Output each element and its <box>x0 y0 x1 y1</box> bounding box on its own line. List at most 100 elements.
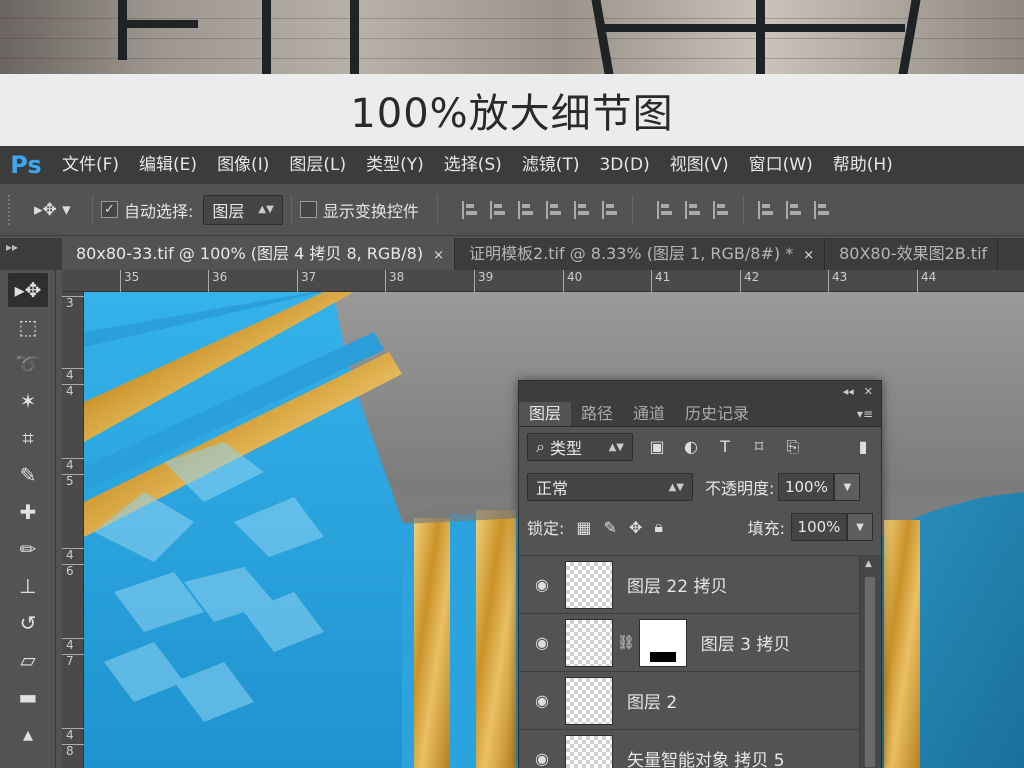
opacity-input[interactable]: 100% <box>778 473 835 501</box>
align-vcenter-icon[interactable] <box>489 200 506 219</box>
ruler-label: 38 <box>385 270 404 292</box>
eye-icon[interactable]: ◉ <box>519 691 565 710</box>
healing-brush-tool-icon[interactable]: ✚ <box>8 495 48 529</box>
show-transform-label: 显示变换控件 <box>322 201 419 221</box>
tab-document-1[interactable]: 80x80-33.tif @ 100% (图层 4 拷贝 8, RGB/8) × <box>62 238 456 270</box>
show-transform-checkbox[interactable] <box>299 201 317 218</box>
move-tool-icon[interactable]: ▸✥ <box>8 273 48 307</box>
options-grip[interactable] <box>8 194 14 225</box>
align-right-icon[interactable] <box>601 200 618 219</box>
layer-name: 图层 2 <box>627 693 678 713</box>
ruler-label: 4 <box>62 638 84 652</box>
blur-tool-icon[interactable]: ▴ <box>8 717 48 751</box>
close-icon[interactable]: ✕ <box>864 385 873 398</box>
auto-select-dropdown[interactable]: 图层 ▲▼ <box>203 194 283 225</box>
ruler-label: 7 <box>62 654 84 668</box>
lock-position-icon[interactable]: ✥ <box>629 518 642 537</box>
close-icon[interactable]: × <box>803 248 814 263</box>
layer-row[interactable]: ◉ 图层 2 <box>519 671 859 729</box>
eye-icon[interactable]: ◉ <box>519 575 565 594</box>
eyedropper-tool-icon[interactable]: ✎ <box>8 458 48 492</box>
panel-menu-icon[interactable]: ▾≡ <box>849 402 881 426</box>
menu-view[interactable]: 视图(V) <box>660 146 739 184</box>
align-left-icon[interactable] <box>545 200 562 219</box>
crop-tool-icon[interactable]: ⌗ <box>8 421 48 455</box>
history-brush-tool-icon[interactable]: ↺ <box>8 606 48 640</box>
blend-mode-dropdown[interactable]: 正常 ▲▼ <box>527 473 693 501</box>
updown-arrow-icon: ▲▼ <box>258 204 274 215</box>
tab-paths[interactable]: 路径 <box>571 402 623 426</box>
distribute-bottom-icon[interactable] <box>712 200 729 219</box>
gradient-tool-icon[interactable]: ▬ <box>8 680 48 714</box>
layers-scrollbar[interactable]: ▲ <box>859 555 881 768</box>
move-tool-preset-icon[interactable]: ▸✥ ▾ <box>34 200 84 220</box>
shape-filter-icon[interactable]: ⌑ <box>749 437 769 457</box>
layer-row[interactable]: ◉ 矢量智能对象 拷贝 5 <box>519 729 859 768</box>
distribute-hcenter-icon[interactable] <box>785 200 802 219</box>
scroll-up-icon[interactable]: ▲ <box>865 559 872 569</box>
smart-object-filter-icon[interactable]: ⎘ <box>783 437 803 457</box>
ruler-label: 4 <box>62 548 84 562</box>
menu-select[interactable]: 选择(S) <box>434 146 512 184</box>
menu-3d[interactable]: 3D(D) <box>589 146 659 184</box>
ruler-label: 36 <box>208 270 227 292</box>
menu-layer[interactable]: 图层(L) <box>279 146 356 184</box>
text-filter-icon[interactable]: T <box>715 437 735 457</box>
tab-layers[interactable]: 图层 <box>519 402 572 426</box>
clone-stamp-tool-icon[interactable]: ⊥ <box>8 569 48 603</box>
marquee-tool-icon[interactable]: ⬚ <box>8 310 48 344</box>
tab-history[interactable]: 历史记录 <box>675 402 759 426</box>
eye-icon[interactable]: ◉ <box>519 749 565 768</box>
magic-wand-tool-icon[interactable]: ✶ <box>8 384 48 418</box>
fill-input[interactable]: 100% <box>791 513 847 541</box>
layer-name: 矢量智能对象 拷贝 5 <box>627 751 785 768</box>
menu-edit[interactable]: 编辑(E) <box>129 146 207 184</box>
distribute-vcenter-icon[interactable] <box>684 200 701 219</box>
scroll-thumb[interactable] <box>865 577 875 767</box>
lock-row: 锁定: ▦ ✎ ✥ 🔒︎ 填充: 100% ▼ <box>519 507 881 547</box>
collapse-panels-icon[interactable]: ▸▸ <box>0 238 62 270</box>
tab-document-3[interactable]: 80X80-效果图2B.tif <box>825 238 999 270</box>
menu-filter[interactable]: 滤镜(T) <box>512 146 590 184</box>
menu-file[interactable]: 文件(F) <box>52 146 129 184</box>
auto-select-label: 自动选择: <box>124 201 194 221</box>
filter-type-value: 类型 <box>550 439 583 458</box>
menu-window[interactable]: 窗口(W) <box>739 146 823 184</box>
adjustment-filter-icon[interactable]: ◐ <box>681 437 701 457</box>
tab-channels[interactable]: 通道 <box>623 402 675 426</box>
ruler-label: 4 <box>62 458 84 472</box>
lasso-tool-icon[interactable]: ➰ <box>8 347 48 381</box>
menu-image[interactable]: 图像(I) <box>207 146 279 184</box>
brush-tool-icon[interactable]: ✏ <box>8 532 48 566</box>
horizontal-ruler[interactable]: 35 36 37 38 39 40 41 42 43 44 <box>62 270 1024 292</box>
menu-help[interactable]: 帮助(H) <box>823 146 903 184</box>
distribute-left-icon[interactable] <box>757 200 774 219</box>
fill-dropdown-icon[interactable]: ▼ <box>847 513 873 541</box>
filter-type-dropdown[interactable]: ⌕ 类型 ▲▼ <box>527 433 633 461</box>
align-hcenter-icon[interactable] <box>573 200 590 219</box>
align-bottom-icon[interactable] <box>517 200 534 219</box>
link-icon[interactable]: ⛓ <box>617 635 635 651</box>
image-filter-icon[interactable]: ▣ <box>647 437 667 457</box>
layer-row[interactable]: ◉ ⛓ 图层 3 拷贝 <box>519 613 859 671</box>
distribute-right-icon[interactable] <box>813 200 830 219</box>
lock-transparent-icon[interactable]: ▦ <box>576 518 591 537</box>
filter-toggle-icon[interactable]: ▮ <box>853 437 873 457</box>
collapse-icon[interactable]: ◂◂ <box>843 385 854 398</box>
auto-select-checkbox[interactable]: ✓ <box>101 201 118 218</box>
lock-all-icon[interactable]: 🔒︎ <box>654 517 663 537</box>
tab-document-2[interactable]: 证明模板2.tif @ 8.33% (图层 1, RGB/8#) * × <box>455 238 826 270</box>
divider <box>92 194 93 225</box>
layer-row[interactable]: ◉ 图层 22 拷贝 <box>519 555 859 613</box>
eraser-tool-icon[interactable]: ▱ <box>8 643 48 677</box>
opacity-dropdown-icon[interactable]: ▼ <box>834 473 861 501</box>
align-top-icon[interactable] <box>461 200 478 219</box>
close-icon[interactable]: × <box>433 248 444 263</box>
lock-pixels-icon[interactable]: ✎ <box>604 518 617 537</box>
tab-label: 证明模板2.tif @ 8.33% (图层 1, RGB/8#) * <box>469 244 794 263</box>
vertical-ruler[interactable]: 3 4 4 4 5 4 6 4 7 4 8 <box>62 292 84 768</box>
menu-type[interactable]: 类型(Y) <box>356 146 434 184</box>
eye-icon[interactable]: ◉ <box>519 633 565 652</box>
distribute-top-icon[interactable] <box>656 200 673 219</box>
layer-mask-thumbnail[interactable] <box>638 618 687 667</box>
